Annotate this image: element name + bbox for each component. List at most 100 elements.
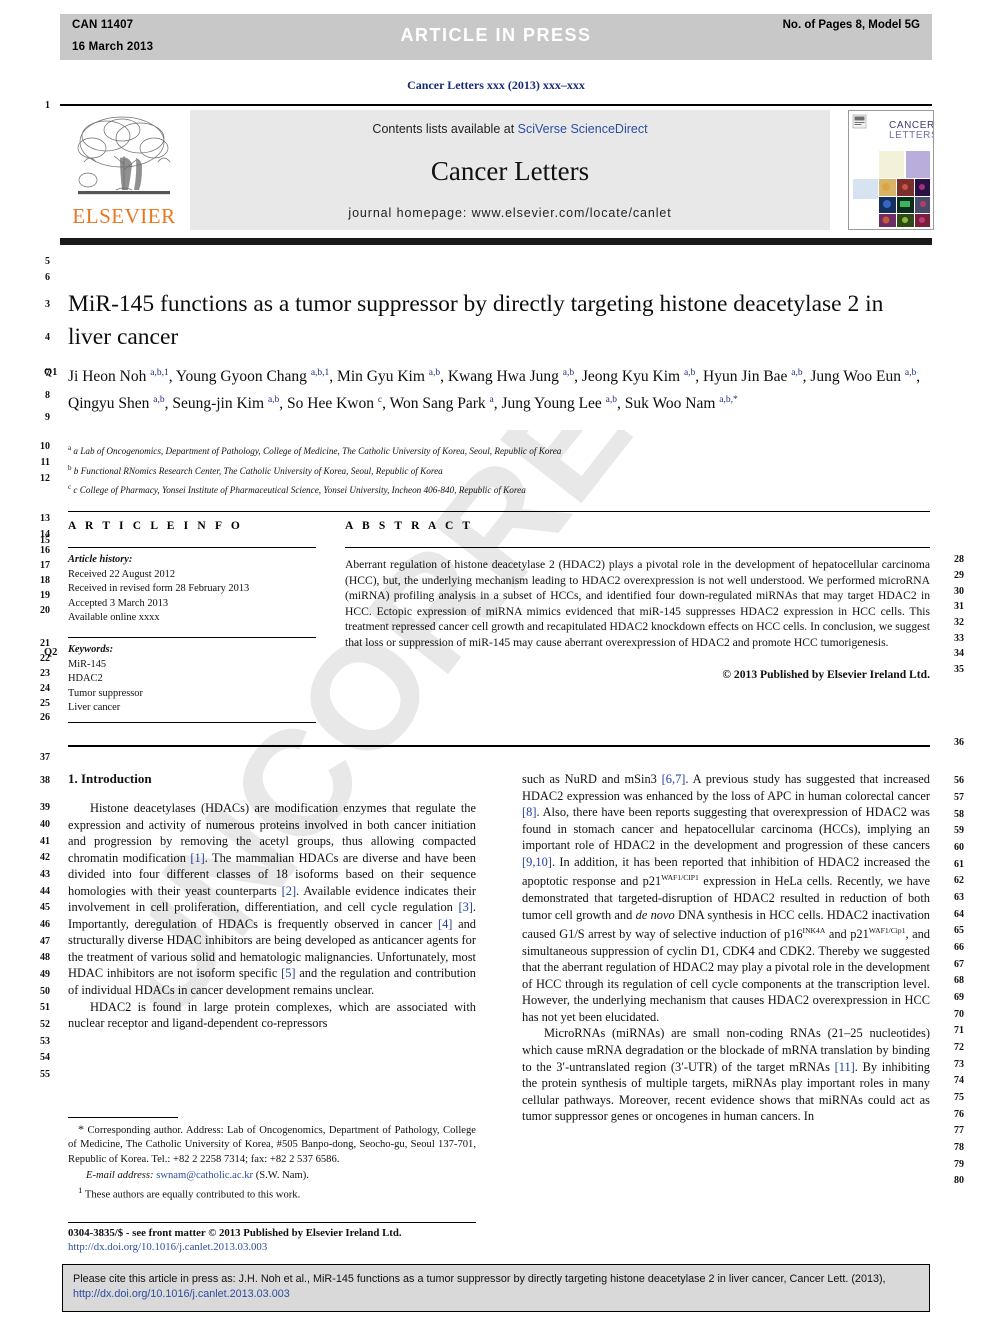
history-item: Received in revised form 28 February 201… xyxy=(68,583,250,595)
line-number: 79 xyxy=(954,1159,964,1170)
elsevier-logo: ELSEVIER xyxy=(64,110,184,230)
line-number: 56 xyxy=(954,775,964,786)
sciencedirect-link[interactable]: SciVerse ScienceDirect xyxy=(518,122,648,136)
line-number: 51 xyxy=(40,1002,50,1013)
line-number: 13 xyxy=(40,513,50,524)
abstract-rule xyxy=(345,547,930,548)
line-number: 53 xyxy=(40,1036,50,1047)
line-number: 62 xyxy=(954,875,964,886)
line-number: 39 xyxy=(40,802,50,813)
line-number: 1 xyxy=(45,100,50,111)
email-link[interactable]: swnam@catholic.ac.kr xyxy=(156,1170,253,1181)
line-number: 72 xyxy=(954,1042,964,1053)
abstract-heading: A B S T R A C T xyxy=(345,520,474,532)
body-column-right: such as NuRD and mSin3 [6,7]. A previous… xyxy=(522,771,930,1125)
please-cite-box: Please cite this article in press as: J.… xyxy=(62,1264,930,1312)
line-number: 3 xyxy=(45,299,50,310)
keyword-item: MiR-145 xyxy=(68,658,107,670)
line-number: 36 xyxy=(954,737,964,748)
cite-doi-link[interactable]: http://dx.doi.org/10.1016/j.canlet.2013.… xyxy=(73,1288,290,1300)
affiliation-item: c c College of Pharmacy, Yonsei Institut… xyxy=(68,483,526,496)
line-number: 33 xyxy=(954,633,964,644)
line-number: 8 xyxy=(45,390,50,401)
footnote-block: * Corresponding author. Address: Lab of … xyxy=(68,1122,476,1203)
line-number: 10 xyxy=(40,441,50,452)
keywords-top-rule xyxy=(68,637,316,638)
affiliation-text: c College of Pharmacy, Yonsei Institute … xyxy=(73,485,526,496)
affiliation-text: b Functional RNomics Research Center, Th… xyxy=(73,465,443,476)
line-number: 71 xyxy=(954,1025,964,1036)
line-number: 64 xyxy=(954,909,964,920)
email-label: E-mail address: xyxy=(86,1169,154,1181)
line-number: 57 xyxy=(954,792,964,803)
info-block-top-rule xyxy=(68,511,930,512)
article-history-label: Article history: xyxy=(68,554,133,565)
contents-list-line: Contents lists available at SciVerse Sci… xyxy=(190,122,830,136)
paragraph: MicroRNAs (miRNAs) are small non-coding … xyxy=(522,1026,930,1124)
article-history-block: Article history: Received 22 August 2012… xyxy=(68,553,316,626)
line-number: 41 xyxy=(40,836,50,847)
email-note: E-mail address: swnam@catholic.ac.kr (S.… xyxy=(68,1169,476,1183)
journal-homepage-link[interactable]: journal homepage: www.elsevier.com/locat… xyxy=(190,206,830,220)
corresponding-author-note: * Corresponding author. Address: Lab of … xyxy=(68,1122,476,1165)
affiliation-text: a Lab of Oncogenomics, Department of Pat… xyxy=(73,446,562,457)
line-number: 19 xyxy=(40,590,50,601)
journal-title: Cancer Letters xyxy=(430,156,590,186)
elsevier-wordmark: ELSEVIER xyxy=(72,204,176,228)
cite-text: Please cite this article in press as: J.… xyxy=(73,1272,919,1302)
line-number: 23 xyxy=(40,668,50,679)
paragraph: HDAC2 is found in large protein complexe… xyxy=(68,999,476,1031)
line-number: 5 xyxy=(45,256,50,267)
line-number: 49 xyxy=(40,969,50,980)
history-item: Received 22 August 2012 xyxy=(68,568,176,580)
line-number: 75 xyxy=(954,1092,964,1103)
journal-reference: Cancer Letters xxx (2013) xxx–xxx xyxy=(407,78,585,92)
keyword-item: HDAC2 xyxy=(68,673,103,685)
section-heading-introduction: 1. Introduction xyxy=(68,771,152,786)
line-number: 52 xyxy=(40,1019,50,1030)
line-number: 65 xyxy=(954,925,964,936)
info-block-bottom-rule xyxy=(68,745,930,747)
line-number: 29 xyxy=(954,570,964,581)
line-number: 54 xyxy=(40,1052,50,1063)
journal-cover-thumbnail: CANCER LETTERS xyxy=(848,110,934,230)
line-number: 74 xyxy=(954,1075,964,1086)
keyword-item: Liver cancer xyxy=(68,702,121,714)
paragraph: Histone deacetylases (HDACs) are modific… xyxy=(68,801,476,998)
line-number: 66 xyxy=(954,942,964,953)
history-item: Accepted 3 March 2013 xyxy=(68,597,169,609)
email-suffix: (S.W. Nam). xyxy=(255,1169,309,1181)
line-number: 11 xyxy=(40,457,50,468)
line-number: 25 xyxy=(40,698,50,709)
line-number: 12 xyxy=(40,473,50,484)
line-number: 42 xyxy=(40,852,50,863)
line-number: 37 xyxy=(40,752,50,763)
line-number: 4 xyxy=(45,332,50,343)
line-number: 58 xyxy=(954,809,964,820)
elsevier-tree-icon xyxy=(70,112,178,204)
history-item: Available online xxxx xyxy=(68,612,160,624)
abstract-text: Aberrant regulation of histone deacetyla… xyxy=(345,558,930,649)
line-number: 45 xyxy=(40,902,50,913)
line-number: 24 xyxy=(40,683,50,694)
query-tag-q1: Q1 xyxy=(44,367,58,378)
keyword-item: Tumor suppressor xyxy=(68,687,143,699)
line-number: 20 xyxy=(40,605,50,616)
line-number: 35 xyxy=(954,664,964,675)
line-number: 55 xyxy=(40,1069,50,1080)
line-number: 31 xyxy=(954,601,964,612)
line-number: 70 xyxy=(954,1009,964,1020)
line-number: 28 xyxy=(954,554,964,565)
line-number: 47 xyxy=(40,936,50,947)
line-number: 73 xyxy=(954,1059,964,1070)
article-info-rule xyxy=(68,547,316,548)
line-number: 6 xyxy=(45,272,50,283)
equal-contribution-note: 1 These authors are equally contributed … xyxy=(78,1185,301,1201)
affiliation-list: a a Lab of Oncogenomics, Department of P… xyxy=(68,440,930,499)
issn-doi-link[interactable]: http://dx.doi.org/10.1016/j.canlet.2013.… xyxy=(68,1240,488,1254)
line-number: 80 xyxy=(954,1175,964,1186)
line-number: 17 xyxy=(40,560,50,571)
masthead-bottom-rule xyxy=(60,238,932,245)
line-number: 40 xyxy=(40,819,50,830)
line-number: 60 xyxy=(954,842,964,853)
